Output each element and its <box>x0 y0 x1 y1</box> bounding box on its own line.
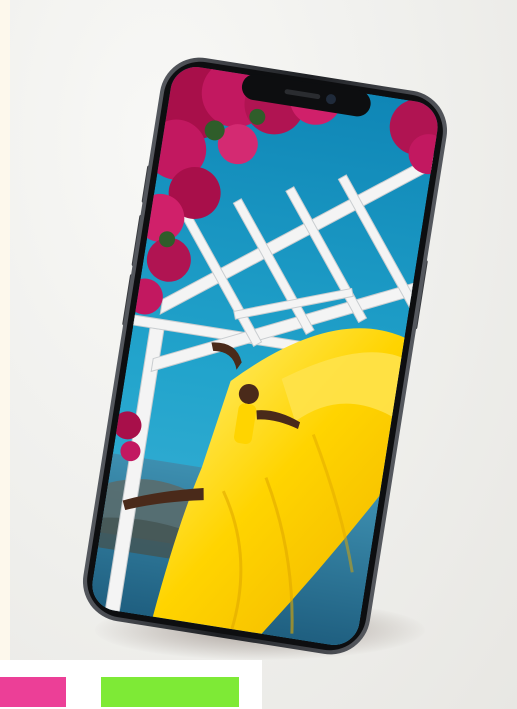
pink-color-swatch <box>0 677 66 707</box>
phone-screen <box>88 63 442 649</box>
mockup-canvas <box>0 0 517 709</box>
phone-mockup <box>82 57 448 655</box>
green-color-swatch <box>101 677 239 707</box>
